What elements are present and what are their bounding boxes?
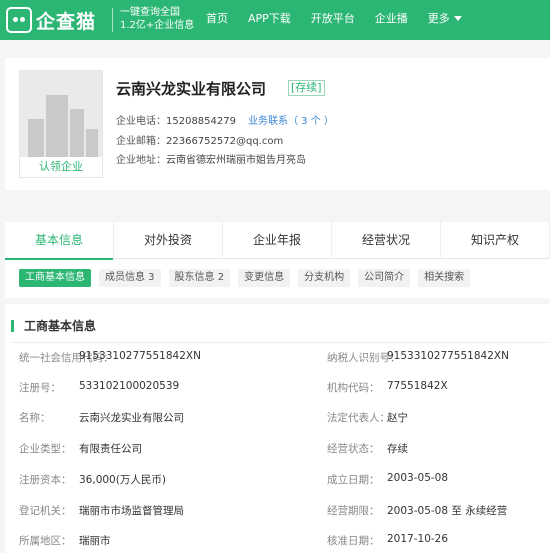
email-value: 22366752572@qq.com [166, 136, 284, 147]
field-value: 533102100020539 [79, 380, 180, 392]
field-label: 注册号： [19, 382, 61, 394]
nav-company-broadcast[interactable]: 企业播 [365, 0, 418, 40]
site-logo[interactable]: 企查猫 [6, 6, 96, 34]
subtab-shareholders[interactable]: 股东信息 2 [168, 269, 231, 287]
slogan: 一键查询全国 1.2亿+企业信息 [120, 6, 194, 32]
subtab-business-info[interactable]: 工商基本信息 [19, 269, 91, 287]
subtab-branches[interactable]: 分支机构 [298, 269, 351, 287]
field-label: 注册资本： [19, 474, 72, 486]
tab-annual-reports[interactable]: 企业年报 [223, 222, 332, 259]
status-badge: [存续] [288, 80, 325, 96]
main-tabs: 基本信息 对外投资 企业年报 经营状况 知识产权 [5, 222, 550, 260]
building-placeholder-icon [20, 71, 102, 157]
section-divider [11, 342, 550, 343]
field-label: 机构代码： [327, 382, 380, 394]
field-label: 成立日期： [327, 474, 380, 486]
subtab-related-search[interactable]: 相关搜索 [418, 269, 471, 287]
tab-operations[interactable]: 经营状况 [332, 222, 441, 259]
field-label: 企业类型： [19, 443, 72, 455]
basic-info-section: 工商基本信息 统一社会信用代码： 915331027755184​2XN 纳税人… [5, 304, 550, 553]
company-phone-line: 企业电话：15208854279 业务联系（ 3 个 ） [116, 112, 334, 127]
logo-text: 企查猫 [36, 10, 97, 33]
company-card: 认领企业 云南兴龙实业有限公司 [存续] 企业电话：15208854279 业务联… [5, 58, 550, 190]
nav-open-platform[interactable]: 开放平台 [301, 0, 365, 40]
field-value: 2003-05-08 至 永续经营 [387, 505, 508, 517]
company-name-value: 云南兴龙实业有限公司 [79, 412, 184, 424]
field-label: 登记机关： [19, 505, 72, 517]
slogan-line-1: 一键查询全国 [120, 7, 180, 18]
company-logo-box: 认领企业 [19, 70, 103, 178]
business-contact-link[interactable]: 业务联系（ 3 个 ） [248, 116, 334, 127]
slogan-line-2: 1.2亿+企业信息 [120, 20, 195, 31]
phone-value: 15208854279 [166, 116, 236, 127]
main-nav: 首页 APP下载 开放平台 企业播 更多 [196, 0, 472, 40]
field-value: 有限责任公司 [79, 443, 142, 455]
subtab-members[interactable]: 成员信息 3 [99, 269, 161, 287]
field-label: 法定代表人： [327, 412, 390, 424]
field-value: 915331027755184​2XN [387, 350, 509, 362]
tab-basic-info[interactable]: 基本信息 [5, 222, 114, 260]
subtab-changes[interactable]: 变更信息 [238, 269, 291, 287]
field-value: 36,000(万人民币) [79, 474, 166, 486]
field-label: 名称： [19, 412, 51, 424]
cat-logo-icon [6, 7, 32, 33]
section-title: 工商基本信息 [11, 320, 96, 332]
field-value: 2017-10-26 [387, 533, 449, 545]
field-label: 经营期限： [327, 505, 380, 517]
phone-label: 企业电话： [116, 116, 166, 127]
sub-tabs: 工商基本信息 成员信息 3 股东信息 2 变更信息 分支机构 公司简介 相关搜索 [19, 269, 478, 287]
field-value: 77551842X [387, 380, 448, 392]
field-label: 经营状态： [327, 443, 380, 455]
address-label: 企业地址： [116, 155, 166, 166]
field-value: 915331027755184​2XN [79, 350, 201, 362]
claim-company-link[interactable]: 认领企业 [20, 157, 102, 177]
field-label: 核准日期： [327, 535, 380, 547]
tabs-panel: 基本信息 对外投资 企业年报 经营状况 知识产权 工商基本信息 成员信息 3 股… [5, 222, 550, 298]
field-value: 存续 [387, 443, 408, 455]
legal-rep-link[interactable]: 赵宁 [387, 410, 408, 425]
field-value: 2003-05-08 [387, 472, 449, 484]
tab-investments[interactable]: 对外投资 [114, 222, 223, 259]
company-email-line: 企业邮箱：22366752572@qq.com [116, 132, 283, 147]
field-value: 瑞丽市市场监督管理局 [79, 505, 184, 517]
company-name: 云南兴龙实业有限公司 [116, 80, 267, 98]
nav-app-download[interactable]: APP下载 [238, 0, 301, 40]
subtab-profile[interactable]: 公司简介 [358, 269, 411, 287]
company-address-line: 企业地址：云南省德宏州瑞丽市姐告月亮岛 [116, 151, 306, 166]
nav-more-label: 更多 [427, 12, 450, 25]
nav-home[interactable]: 首页 [196, 0, 238, 40]
email-label: 企业邮箱： [116, 136, 166, 147]
chevron-down-icon [453, 16, 462, 21]
top-navbar: 企查猫 一键查询全国 1.2亿+企业信息 首页 APP下载 开放平台 企业播 更… [0, 0, 550, 40]
field-label: 所属地区： [19, 535, 72, 547]
logo-divider [112, 8, 113, 32]
nav-more[interactable]: 更多 [418, 0, 472, 40]
field-value: 瑞丽市 [79, 535, 111, 547]
address-value: 云南省德宏州瑞丽市姐告月亮岛 [166, 155, 306, 166]
tab-ip[interactable]: 知识产权 [441, 222, 550, 259]
